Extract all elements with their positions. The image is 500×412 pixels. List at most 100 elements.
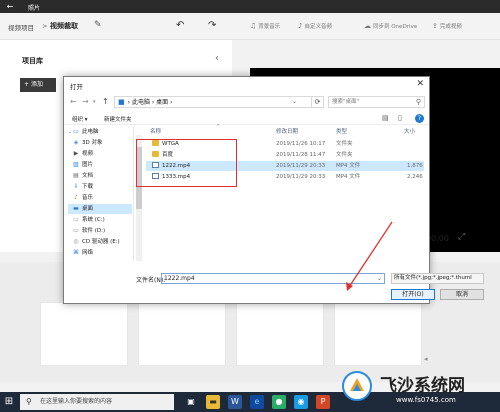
- nav-item[interactable]: ◈ 3D 对象: [68, 138, 132, 148]
- finish-video-label: 完成视频: [439, 24, 462, 30]
- nav-item[interactable]: ▨ 图片: [68, 160, 132, 170]
- music-note-icon: ♫: [250, 22, 257, 30]
- finish-video-button[interactable]: ⇪ 完成视频: [432, 22, 462, 30]
- column-type[interactable]: 类型: [336, 127, 347, 135]
- column-name[interactable]: 名称: [150, 127, 161, 135]
- nav-item[interactable]: ◎ CD 驱动器 (E:): [68, 237, 132, 247]
- new-folder-button[interactable]: 新建文件夹: [104, 115, 132, 123]
- download-icon: ⇩: [73, 183, 79, 190]
- network-icon: ⌘: [73, 249, 79, 256]
- close-icon[interactable]: ✕: [416, 79, 424, 89]
- file-explorer-icon[interactable]: ▬: [206, 395, 220, 409]
- nav-item[interactable]: ▭ 系统 (C:): [68, 215, 132, 225]
- nav-item-label: 文档: [82, 173, 94, 179]
- library-title: 项目库: [22, 57, 43, 65]
- preview-pane-icon[interactable]: ▯: [398, 114, 402, 122]
- taskbar-search[interactable]: ⚲ 在这里输入你要搜索的内容: [20, 394, 174, 410]
- up-folder-icon[interactable]: ↑: [102, 97, 109, 106]
- taskbar-search-placeholder: 在这里输入你要搜索的内容: [40, 398, 113, 405]
- watermark-logo: [342, 371, 372, 401]
- collapse-chevron-icon[interactable]: ‹: [215, 53, 219, 64]
- custom-audio-label: 自定义音频: [304, 24, 332, 30]
- video-icon: ▶: [73, 150, 79, 157]
- nav-item[interactable]: ▤ 文档: [68, 171, 132, 181]
- background-music-label: 背景音乐: [258, 24, 281, 30]
- folder-blue-icon: ■: [118, 98, 125, 106]
- powerpoint-icon[interactable]: P: [316, 395, 330, 409]
- open-button[interactable]: 打开(O): [391, 289, 435, 300]
- export-icon: ⇪: [432, 22, 438, 30]
- nav-item-label: 系统 (C:): [82, 217, 105, 223]
- navigation-row: ← → ▾ ↑ ■ › 此电脑 › 桌面 › ⌄ ⟳ 搜索"桌面" ⚲: [64, 94, 429, 110]
- open-file-dialog: 打开 ✕ ← → ▾ ↑ ■ › 此电脑 › 桌面 › ⌄ ⟳ 搜索"桌面" ⚲ …: [63, 76, 484, 304]
- forward-icon[interactable]: →: [82, 97, 89, 106]
- file-type-filter[interactable]: 所有文件(*.jpg;*.jpeg;*.thuml: [391, 273, 484, 284]
- cd-icon: ◎: [73, 238, 79, 245]
- nav-item-label: 下载: [82, 184, 94, 190]
- filename-input[interactable]: 1222.mp4 ⌄: [161, 273, 385, 284]
- address-bar[interactable]: ■ › 此电脑 › 桌面 › ⌄: [114, 96, 312, 108]
- file-type: 文件夹: [336, 141, 353, 147]
- nav-item-label: 图片: [82, 162, 94, 168]
- storyboard-scroll-icon[interactable]: ◂: [424, 355, 428, 363]
- file-type: 文件夹: [336, 152, 353, 158]
- browser-icon[interactable]: ◉: [294, 395, 308, 409]
- address-segment-desktop[interactable]: 桌面: [156, 99, 168, 106]
- nav-item[interactable]: ▶ 视频: [68, 149, 132, 159]
- edge-icon[interactable]: e: [250, 395, 264, 409]
- fullscreen-icon[interactable]: ⤢: [458, 232, 465, 242]
- search-input[interactable]: 搜索"桌面" ⚲: [328, 96, 425, 108]
- cube-icon: ◈: [73, 139, 79, 146]
- nav-item[interactable]: ♪ 音乐: [68, 193, 132, 203]
- address-dropdown-icon[interactable]: ⌄: [292, 97, 297, 107]
- music-icon: ♪: [74, 194, 78, 201]
- breadcrumb-root[interactable]: 视频项目: [8, 22, 34, 32]
- undo-icon[interactable]: ↶: [176, 20, 184, 31]
- nav-item-label: 软件 (D:): [82, 228, 106, 234]
- back-icon[interactable]: ←: [70, 97, 77, 106]
- nav-item[interactable]: ⇩ 下载: [68, 182, 132, 192]
- help-icon[interactable]: ?: [415, 114, 424, 123]
- file-size: 1,876: [407, 163, 423, 169]
- add-button[interactable]: + 添加: [20, 78, 56, 92]
- nav-item-label: 视频: [82, 151, 94, 157]
- storyboard-card[interactable]: [334, 302, 422, 366]
- nav-item-label: 桌面: [82, 206, 94, 212]
- task-view-icon[interactable]: ▣: [184, 395, 198, 409]
- cancel-button[interactable]: 取消: [440, 289, 484, 300]
- breadcrumb-separator: >: [42, 22, 48, 30]
- nav-item[interactable]: ⌄▭ 此电脑: [68, 127, 132, 137]
- organize-button[interactable]: 组织 ▾: [72, 115, 88, 123]
- rename-pencil-icon[interactable]: ✎: [94, 20, 102, 30]
- recent-dropdown-icon[interactable]: ▾: [93, 99, 96, 105]
- storyboard-card[interactable]: [40, 302, 128, 366]
- column-date[interactable]: 修改日期: [276, 127, 298, 135]
- nav-item[interactable]: ⌘ 网络: [68, 248, 132, 258]
- drive-icon: ▭: [73, 227, 79, 234]
- nav-item-label: 音乐: [82, 195, 94, 201]
- filename-dropdown-icon[interactable]: ⌄: [377, 274, 382, 283]
- wechat-icon[interactable]: ●: [272, 395, 286, 409]
- nav-item[interactable]: ▬ 桌面: [68, 204, 132, 214]
- drive-icon: ▭: [73, 216, 79, 223]
- nav-item[interactable]: ▭ 软件 (D:): [68, 226, 132, 236]
- view-options-icon[interactable]: ▤: [382, 114, 389, 122]
- column-size[interactable]: 大小: [404, 127, 415, 135]
- file-type: MP4 文件: [336, 163, 361, 169]
- windows-start-icon[interactable]: ⊞: [2, 395, 16, 409]
- address-segment-pc[interactable]: 此电脑: [132, 99, 150, 106]
- watermark-title: 飞沙系统网: [380, 376, 465, 396]
- background-music-button[interactable]: ♫ 背景音乐: [250, 22, 280, 30]
- back-arrow-icon[interactable]: ←: [4, 2, 16, 11]
- file-date: 2019/11/26 10:17: [276, 141, 326, 147]
- sync-onedrive-button[interactable]: ☁ 同步到 OneDrive: [364, 22, 417, 30]
- search-placeholder: 搜索"桌面": [332, 99, 360, 105]
- word-icon[interactable]: W: [228, 395, 242, 409]
- nav-item-label: CD 驱动器 (E:): [82, 239, 120, 245]
- redo-icon[interactable]: ↷: [208, 20, 216, 31]
- custom-audio-button[interactable]: ♪ 自定义音频: [298, 22, 332, 30]
- refresh-icon[interactable]: ⟳: [312, 96, 324, 108]
- storyboard-card[interactable]: [138, 302, 226, 366]
- storyboard-card[interactable]: [236, 302, 324, 366]
- dialog-titlebar: 打开 ✕: [64, 77, 429, 92]
